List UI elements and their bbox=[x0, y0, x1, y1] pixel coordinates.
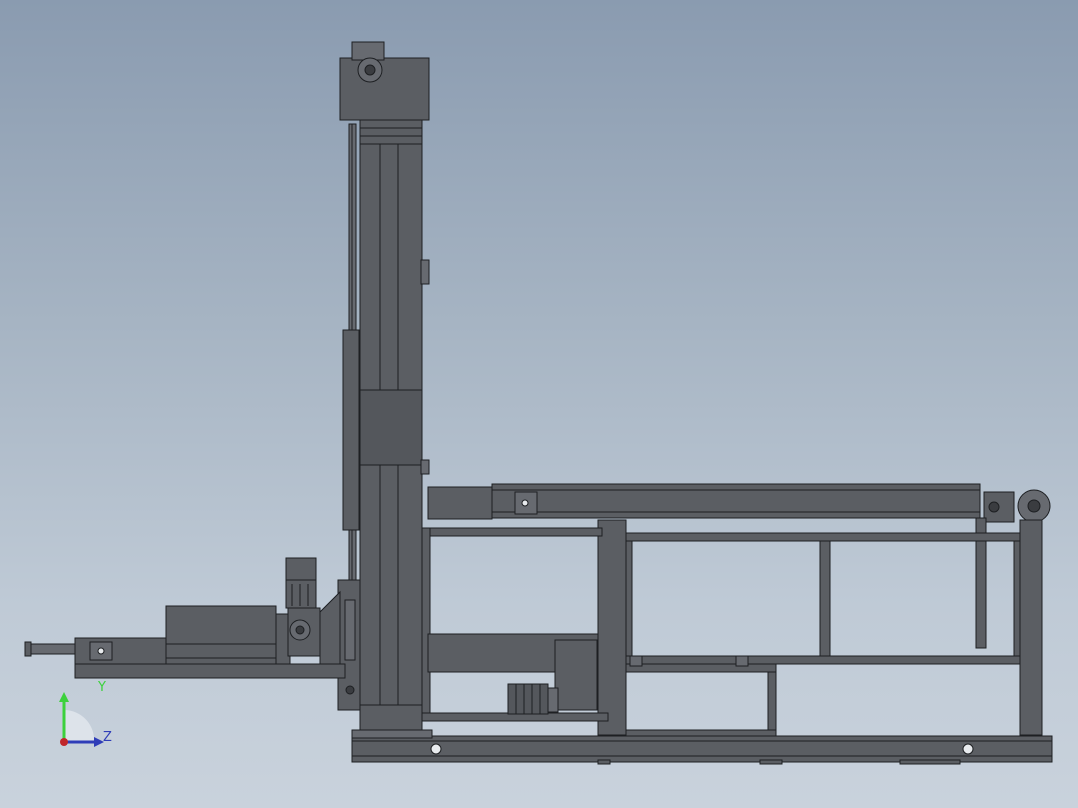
orientation-triad: Y Z bbox=[40, 680, 130, 760]
z-axis-label: Z bbox=[103, 730, 112, 745]
y-axis-label: Y bbox=[98, 680, 106, 695]
axis-triad-graphic bbox=[59, 692, 104, 747]
lower-carriage bbox=[421, 527, 609, 722]
cad-viewport[interactable]: Y Z bbox=[0, 0, 1078, 808]
upper-beam bbox=[427, 483, 1051, 649]
support-frame bbox=[597, 519, 1043, 737]
machine-side-view[interactable] bbox=[0, 0, 1078, 808]
vertical-column bbox=[337, 41, 430, 731]
arm-motor bbox=[285, 557, 341, 665]
